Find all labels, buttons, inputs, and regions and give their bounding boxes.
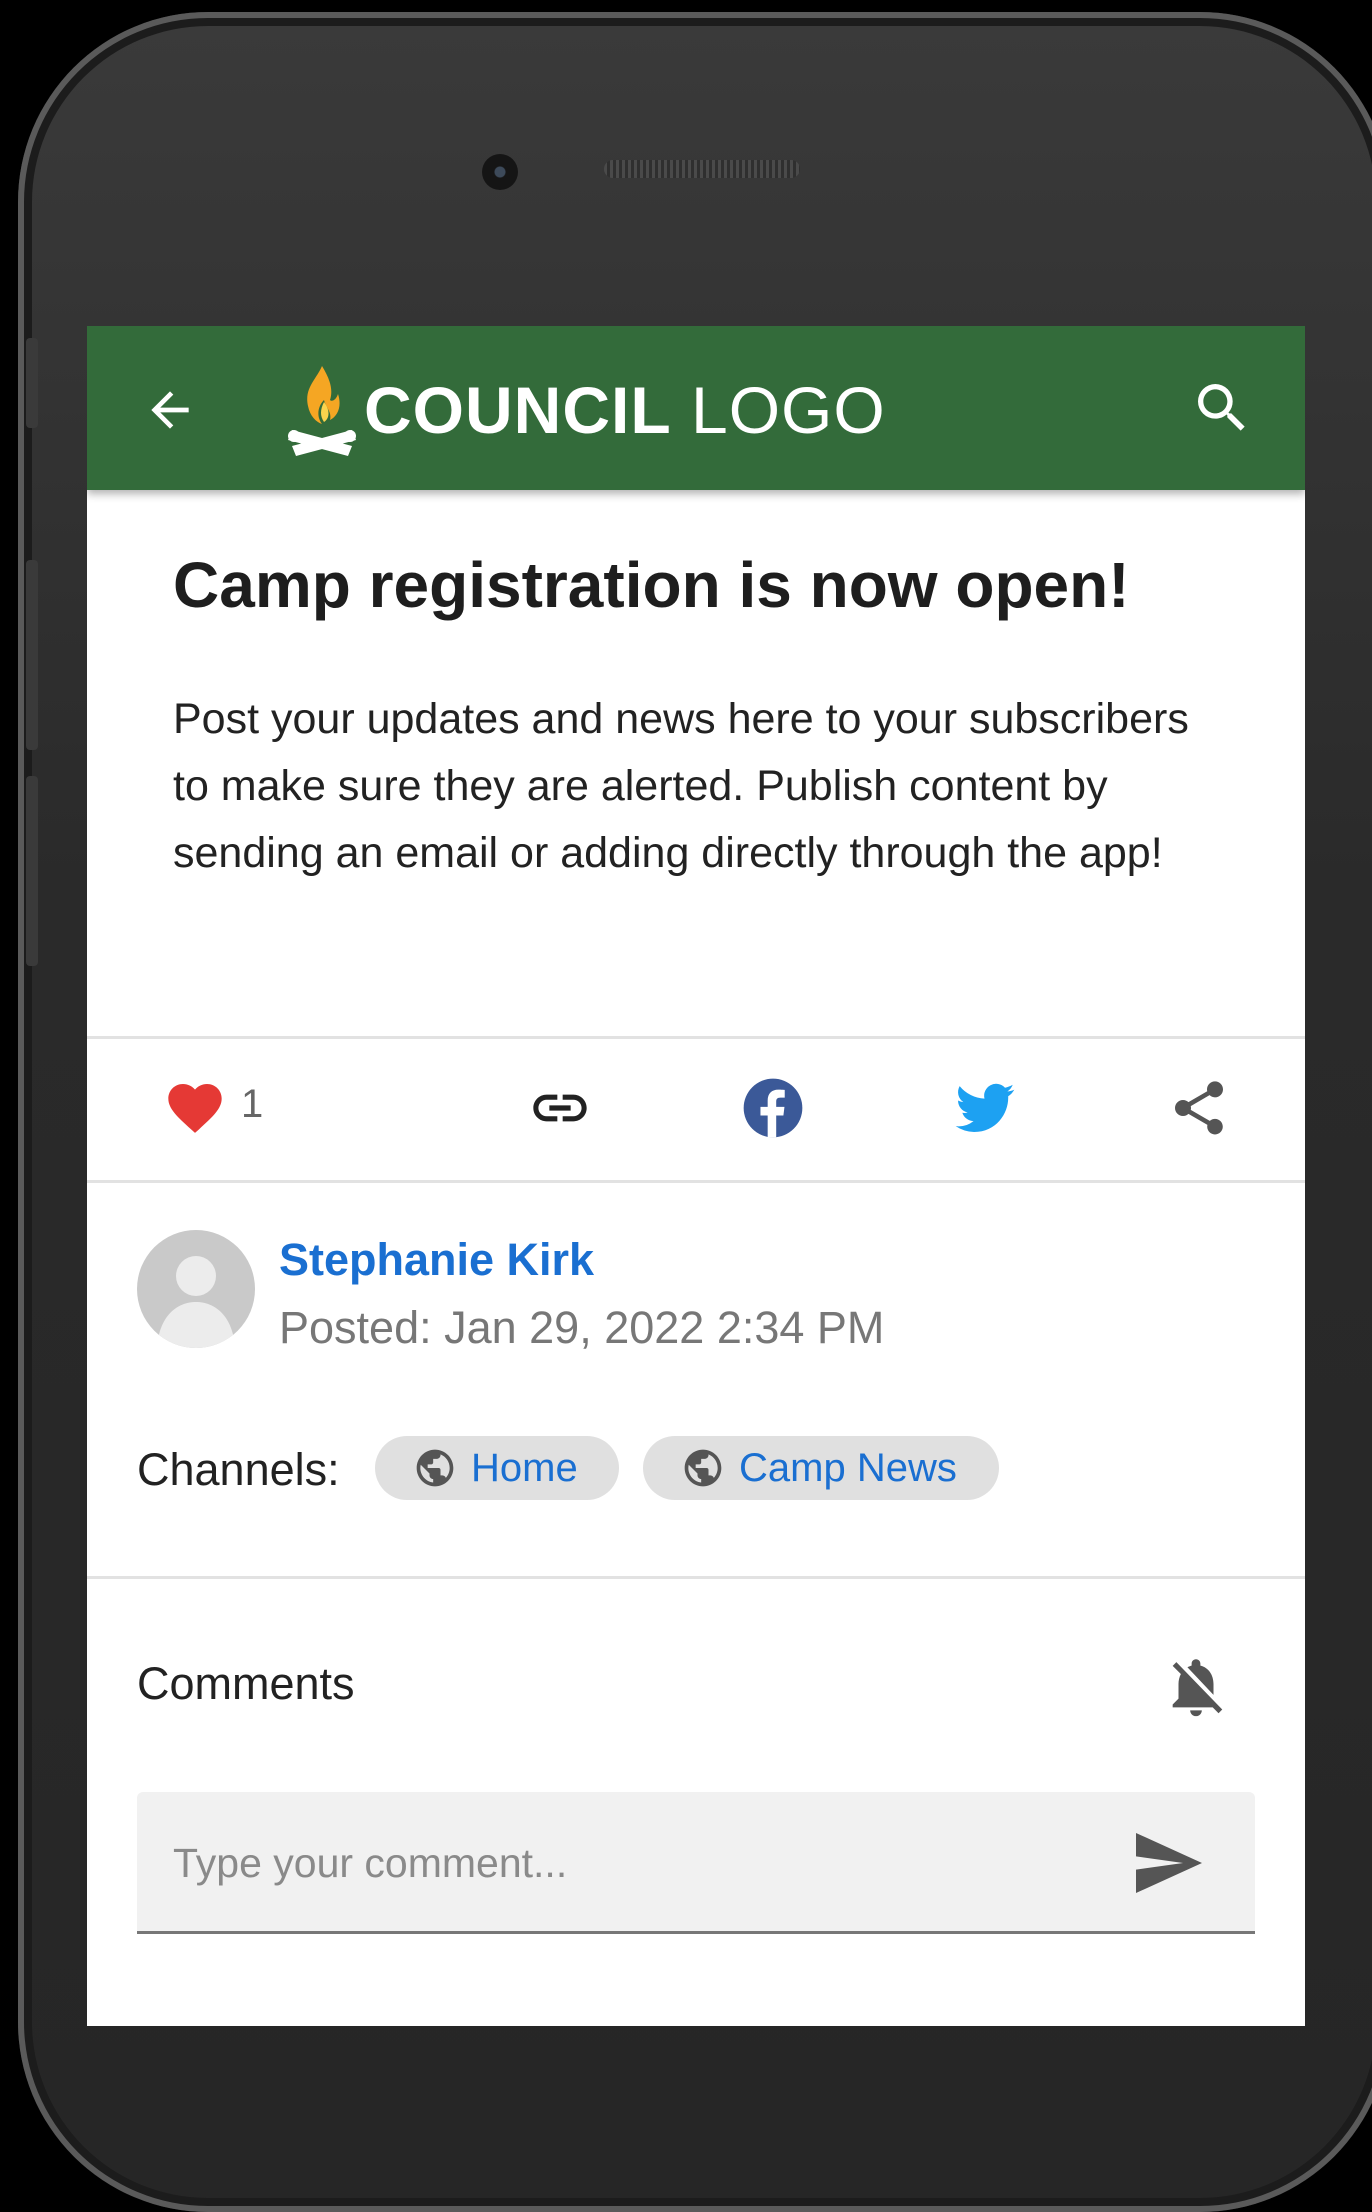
send-icon[interactable] bbox=[1131, 1830, 1207, 1896]
channel-chip-camp-news[interactable]: Camp News bbox=[643, 1436, 999, 1500]
divider bbox=[87, 1576, 1305, 1579]
logo-text-light: LOGO bbox=[671, 373, 886, 447]
phone-volume-up bbox=[26, 560, 38, 750]
like-count: 1 bbox=[241, 1082, 264, 1126]
phone-volume-down bbox=[26, 776, 38, 966]
post-body: Post your updates and news here to your … bbox=[173, 695, 1189, 877]
search-icon[interactable] bbox=[1190, 376, 1254, 440]
bell-off-icon[interactable] bbox=[1161, 1652, 1231, 1722]
author-name[interactable]: Stephanie Kirk bbox=[279, 1234, 594, 1286]
app-bar: COUNCIL LOGO bbox=[87, 326, 1305, 490]
avatar[interactable] bbox=[137, 1230, 255, 1348]
twitter-icon[interactable] bbox=[953, 1076, 1017, 1140]
facebook-icon[interactable] bbox=[741, 1076, 805, 1140]
share-icon[interactable] bbox=[1167, 1076, 1231, 1140]
back-arrow-icon[interactable] bbox=[142, 382, 198, 438]
channel-chip-label: Camp News bbox=[739, 1445, 957, 1490]
channel-chip-label: Home bbox=[471, 1445, 578, 1490]
link-icon[interactable] bbox=[528, 1076, 592, 1140]
phone-camera bbox=[482, 154, 518, 190]
user-silhouette-icon bbox=[157, 1256, 235, 1348]
comment-input[interactable] bbox=[171, 1832, 1075, 1894]
globe-icon bbox=[416, 1449, 454, 1487]
post-actions-bar: 1 bbox=[87, 1038, 1305, 1178]
divider bbox=[87, 1180, 1305, 1183]
logo-text: COUNCIL LOGO bbox=[364, 372, 886, 448]
post-title: Camp registration is now open! bbox=[173, 549, 1130, 621]
channel-chip-home[interactable]: Home bbox=[375, 1436, 619, 1500]
phone-silent-switch bbox=[26, 338, 38, 428]
app-screen: COUNCIL LOGO Camp registration is now op… bbox=[87, 326, 1305, 2026]
council-logo[interactable]: COUNCIL LOGO bbox=[286, 360, 886, 460]
heart-icon[interactable] bbox=[163, 1076, 227, 1140]
campfire-logo-icon bbox=[288, 366, 356, 456]
posted-timestamp: Posted: Jan 29, 2022 2:34 PM bbox=[279, 1302, 885, 1353]
globe-icon bbox=[684, 1449, 722, 1487]
comments-heading: Comments bbox=[137, 1658, 355, 1709]
logo-text-bold: COUNCIL bbox=[364, 373, 672, 447]
channels-label: Channels: bbox=[137, 1444, 340, 1495]
phone-speaker bbox=[604, 160, 800, 178]
comment-composer bbox=[137, 1792, 1255, 1934]
